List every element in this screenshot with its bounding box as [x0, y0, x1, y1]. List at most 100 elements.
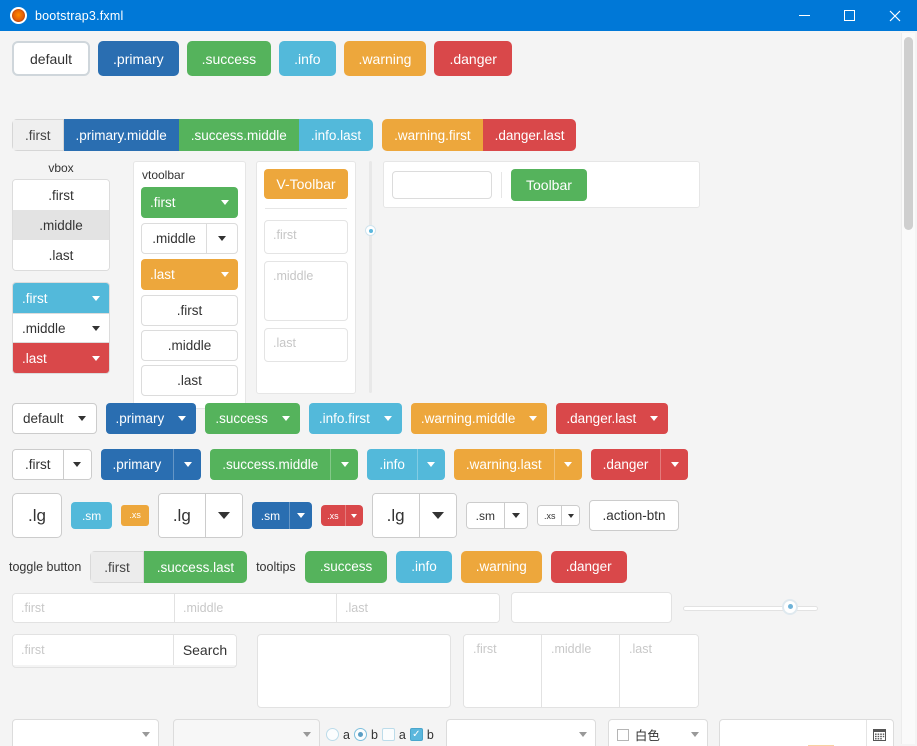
- chevron-down-icon[interactable]: [660, 449, 688, 480]
- textarea-main[interactable]: [257, 634, 451, 708]
- split-sm-default[interactable]: .sm: [465, 502, 528, 529]
- toolbar-text-field[interactable]: [392, 170, 492, 199]
- dropdown-default[interactable]: default: [12, 403, 97, 434]
- chevron-down-icon[interactable]: [418, 494, 456, 537]
- search-input[interactable]: .first: [13, 635, 173, 665]
- split-xs-default[interactable]: .xs: [536, 505, 581, 526]
- button-xs-warning[interactable]: .xs: [121, 505, 149, 526]
- button-info[interactable]: .info: [279, 41, 336, 76]
- vtoolbar2-field-middle[interactable]: .middle: [264, 261, 348, 321]
- button-primary[interactable]: .primary: [98, 41, 179, 76]
- split-lg-default-2[interactable]: .lg: [371, 493, 457, 538]
- vtoolbar-split-middle[interactable]: .middle: [141, 223, 238, 254]
- split-xs-danger[interactable]: .xs: [321, 505, 363, 526]
- vbox-split-middle[interactable]: .middle: [13, 313, 109, 343]
- maximize-button[interactable]: [827, 0, 872, 31]
- vbox-split-first[interactable]: .first: [13, 283, 109, 313]
- vbox-split-last[interactable]: .last: [13, 343, 109, 373]
- button-success[interactable]: .success: [186, 41, 272, 76]
- date-picker[interactable]: [718, 719, 894, 746]
- chevron-down-icon[interactable]: [503, 503, 527, 528]
- chevron-down-icon[interactable]: [416, 449, 445, 480]
- dropdown-info-first[interactable]: .info.first: [308, 403, 402, 434]
- vtoolbar-button-first[interactable]: .first: [141, 295, 238, 326]
- chevron-down-icon[interactable]: [204, 494, 242, 537]
- chevron-down-icon[interactable]: [173, 449, 201, 480]
- dropdown-primary[interactable]: .primary: [105, 403, 197, 434]
- scrollbar-thumb[interactable]: [904, 37, 913, 230]
- toolbar-button[interactable]: Toolbar: [511, 168, 587, 201]
- split-dropdown-primary[interactable]: .primary: [100, 449, 202, 480]
- textarea-first[interactable]: .first: [464, 635, 542, 707]
- combo-box-2[interactable]: [173, 719, 320, 746]
- chevron-down-icon[interactable]: [206, 224, 237, 253]
- calendar-icon[interactable]: [865, 720, 893, 746]
- textarea-last[interactable]: .last: [620, 635, 698, 707]
- split-dropdown-first[interactable]: .first: [12, 449, 92, 480]
- slider-thumb[interactable]: [782, 598, 798, 615]
- split-dropdown-danger[interactable]: .danger: [590, 449, 689, 480]
- vtoolbar-split-last[interactable]: .last: [141, 259, 238, 290]
- vtoolbar-button-last[interactable]: .last: [141, 365, 238, 396]
- button-default[interactable]: default: [12, 41, 91, 76]
- chevron-down-icon[interactable]: [553, 449, 582, 480]
- split-lg-default[interactable]: .lg: [157, 493, 243, 538]
- tooltip-success[interactable]: .success: [304, 551, 388, 583]
- segment-warning-first[interactable]: .warning.first: [382, 119, 483, 151]
- combo-box-1[interactable]: [12, 719, 159, 746]
- vtoolbar2-field-last[interactable]: .last: [264, 328, 348, 362]
- text-input-single[interactable]: [511, 592, 672, 623]
- v-toolbar-button[interactable]: V-Toolbar: [264, 169, 348, 199]
- split-sm-primary[interactable]: .sm: [251, 502, 313, 529]
- checkbox-b[interactable]: ✓: [409, 728, 423, 741]
- button-lg-default[interactable]: .lg: [12, 493, 62, 538]
- segment-first[interactable]: .first: [12, 119, 64, 151]
- vbox-item-first[interactable]: .first: [13, 180, 109, 210]
- close-button[interactable]: [872, 0, 917, 31]
- color-picker-combo[interactable]: 白色: [607, 719, 708, 746]
- tooltip-warning[interactable]: .warning: [460, 551, 542, 583]
- search-button[interactable]: Search: [173, 635, 236, 665]
- checkbox-a[interactable]: [381, 728, 395, 741]
- chevron-down-icon[interactable]: [344, 505, 363, 526]
- radio-b[interactable]: [353, 728, 367, 741]
- vtoolbar2-field-first[interactable]: .first: [264, 220, 348, 254]
- text-input-first[interactable]: .first: [13, 593, 175, 622]
- split-dropdown-info[interactable]: .info: [367, 449, 445, 480]
- segment-primary-middle[interactable]: .primary.middle: [63, 119, 179, 151]
- dropdown-warning-middle[interactable]: .warning.middle: [410, 403, 548, 434]
- chevron-down-icon[interactable]: [561, 506, 580, 525]
- toggle-first[interactable]: .first: [90, 551, 144, 583]
- button-warning[interactable]: .warning: [343, 41, 427, 76]
- chevron-down-icon[interactable]: [289, 502, 312, 529]
- vbox-item-last[interactable]: .last: [13, 240, 109, 270]
- radio-a[interactable]: [326, 728, 339, 741]
- segment-info-last[interactable]: .info.last: [298, 119, 374, 151]
- combo-box-3[interactable]: [445, 719, 596, 746]
- button-danger[interactable]: .danger: [434, 41, 512, 76]
- split-dropdown-warning-last[interactable]: .warning.last: [453, 449, 582, 480]
- vertical-scrollbar[interactable]: [901, 33, 915, 744]
- split-pane-grabber[interactable]: [365, 225, 376, 236]
- action-button[interactable]: .action-btn: [589, 500, 679, 531]
- vbox-item-middle[interactable]: .middle: [13, 210, 109, 240]
- vtoolbar-split-first[interactable]: .first: [141, 187, 238, 218]
- split-dropdown-success-middle[interactable]: .success.middle: [210, 449, 359, 480]
- vtoolbar-button-middle[interactable]: .middle: [141, 330, 238, 361]
- chevron-down-icon[interactable]: [330, 449, 358, 480]
- dropdown-danger-last[interactable]: .danger.last: [556, 403, 669, 434]
- date-picker-input[interactable]: [720, 720, 866, 746]
- split-pane-divider[interactable]: [365, 161, 376, 393]
- textarea-middle[interactable]: .middle: [542, 635, 620, 707]
- chevron-down-icon[interactable]: [62, 450, 91, 479]
- segment-success-middle[interactable]: .success.middle: [178, 119, 299, 151]
- slider[interactable]: [683, 597, 818, 619]
- toggle-success-last[interactable]: .success.last: [143, 551, 248, 583]
- button-sm-info[interactable]: .sm: [70, 502, 113, 529]
- tooltip-info[interactable]: .info: [396, 551, 452, 583]
- tooltip-danger[interactable]: .danger: [550, 551, 627, 583]
- segment-danger-last[interactable]: .danger.last: [482, 119, 577, 151]
- dropdown-success[interactable]: .success: [205, 403, 300, 434]
- text-input-last[interactable]: .last: [337, 593, 499, 622]
- text-input-middle[interactable]: .middle: [175, 593, 337, 622]
